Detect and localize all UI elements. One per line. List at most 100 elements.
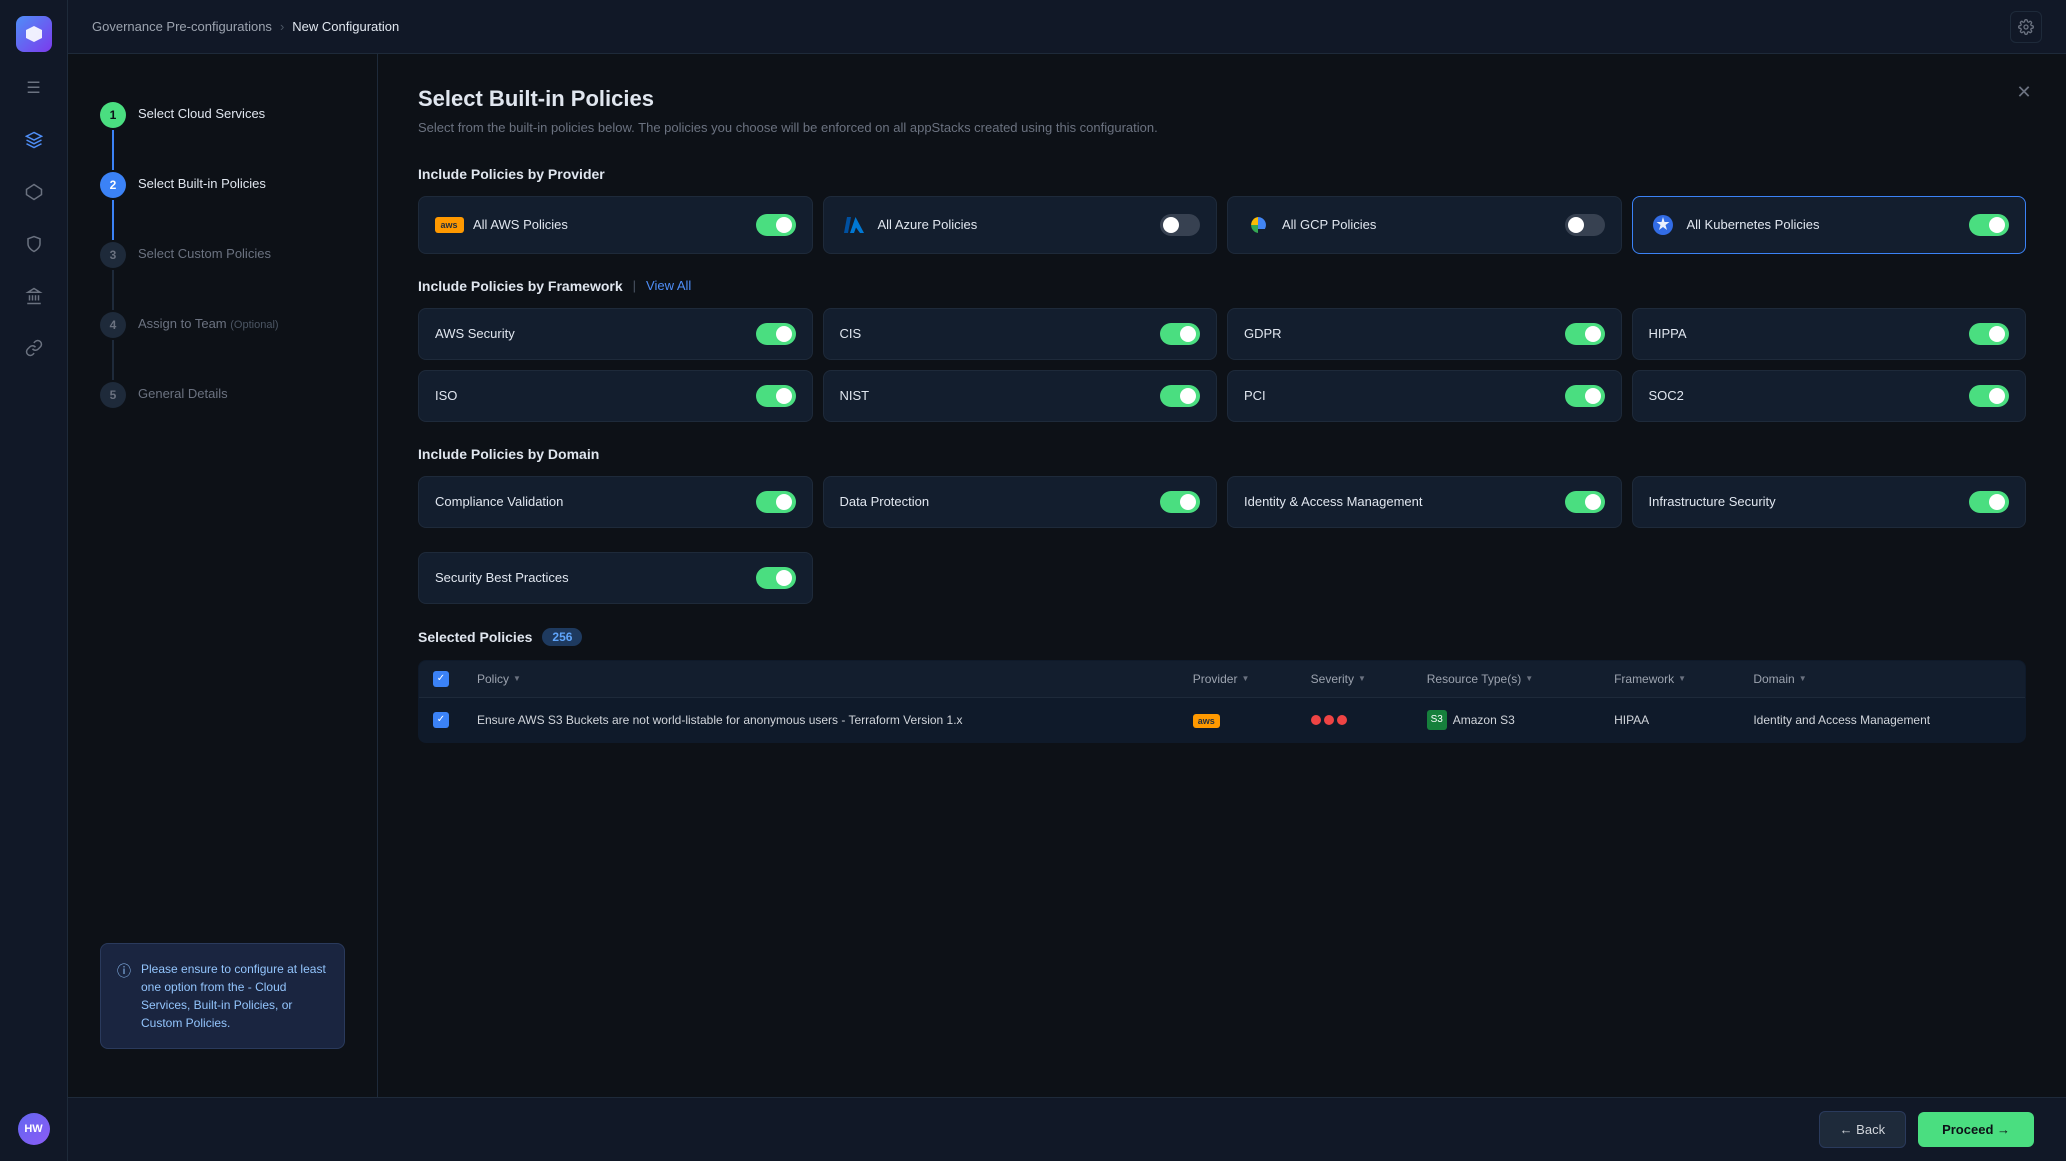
proceed-button[interactable]: Proceed → <box>1918 1112 2034 1147</box>
main-content: ✕ Select Built-in Policies Select from t… <box>378 54 2066 1097</box>
stepper-step-5[interactable]: 5 General Details <box>100 382 345 408</box>
sidebar-icon-hexagon[interactable] <box>18 176 50 208</box>
gcp-toggle[interactable] <box>1565 214 1605 236</box>
stepper-step-4[interactable]: 4 Assign to Team (Optional) <box>100 312 345 382</box>
provider-card-k8s[interactable]: All Kubernetes Policies <box>1632 196 2027 254</box>
aws-toggle[interactable] <box>756 214 796 236</box>
framework-card-gdpr[interactable]: GDPR <box>1227 308 1622 360</box>
azure-toggle[interactable] <box>1160 214 1200 236</box>
provider-card-gcp[interactable]: All GCP Policies <box>1227 196 1622 254</box>
cis-label: CIS <box>840 326 862 341</box>
sidebar-icon-layers[interactable] <box>18 124 50 156</box>
domain-card-security-best-practices[interactable]: Security Best Practices <box>418 552 813 604</box>
iso-toggle[interactable] <box>756 385 796 407</box>
framework-card-hippa[interactable]: HIPPA <box>1632 308 2027 360</box>
sidebar-icon-bank[interactable] <box>18 280 50 312</box>
user-avatar[interactable]: HW <box>18 1113 50 1145</box>
pci-toggle[interactable] <box>1565 385 1605 407</box>
stepper-step-1[interactable]: 1 Select Cloud Services <box>100 102 345 172</box>
policy-text: Ensure AWS S3 Buckets are not world-list… <box>477 713 963 727</box>
framework-card-cis[interactable]: CIS <box>823 308 1218 360</box>
data-protection-toggle[interactable] <box>1160 491 1200 513</box>
sidebar: ☰ HW <box>0 0 68 1161</box>
sidebar-icon-shield[interactable] <box>18 228 50 260</box>
domain-card-iam[interactable]: Identity & Access Management <box>1227 476 1622 528</box>
compliance-validation-toggle[interactable] <box>756 491 796 513</box>
aws-security-toggle[interactable] <box>756 323 796 345</box>
policy-filter[interactable]: Policy ▼ <box>477 672 1165 686</box>
provider-filter[interactable]: Provider ▼ <box>1193 672 1283 686</box>
aws-logo: aws <box>435 211 463 239</box>
framework-filter[interactable]: Framework ▼ <box>1614 672 1725 686</box>
provider-card-gcp-left: All GCP Policies <box>1244 211 1376 239</box>
page-title: Select Built-in Policies <box>418 86 2026 112</box>
k8s-toggle[interactable] <box>1969 214 2009 236</box>
framework-card-pci[interactable]: PCI <box>1227 370 1622 422</box>
main-container: Governance Pre-configurations › New Conf… <box>68 0 2066 1161</box>
sidebar-icon-menu[interactable]: ☰ <box>18 72 50 104</box>
th-framework: Framework ▼ <box>1600 660 1739 697</box>
severity-dot-1 <box>1311 715 1321 725</box>
aws-label: All AWS Policies <box>473 217 568 232</box>
selected-policies-header: Selected Policies 256 <box>418 628 2026 646</box>
infra-security-label: Infrastructure Security <box>1649 494 1776 509</box>
step-2-line: 2 <box>100 172 126 242</box>
breadcrumb-parent[interactable]: Governance Pre-configurations <box>92 19 272 34</box>
table-header-row: ✓ Policy ▼ Provider ▼ <box>419 660 2026 697</box>
select-all-checkbox[interactable]: ✓ <box>433 671 449 687</box>
resource-type-filter-arrow: ▼ <box>1525 674 1533 683</box>
step-3-line: 3 <box>100 242 126 312</box>
framework-card-iso[interactable]: ISO <box>418 370 813 422</box>
domain-filter[interactable]: Domain ▼ <box>1753 672 2011 686</box>
stepper-step-3[interactable]: 3 Select Custom Policies <box>100 242 345 312</box>
row-framework-cell: HIPAA <box>1600 697 1739 742</box>
gdpr-toggle[interactable] <box>1565 323 1605 345</box>
step-2-circle: 2 <box>100 172 126 198</box>
resource-text: Amazon S3 <box>1453 713 1515 727</box>
iam-toggle[interactable] <box>1565 491 1605 513</box>
provider-grid: aws All AWS Policies <box>418 196 2026 254</box>
hippa-toggle[interactable] <box>1969 323 2009 345</box>
breadcrumb-chevron: › <box>280 19 284 34</box>
nist-toggle[interactable] <box>1160 385 1200 407</box>
severity-filter-arrow: ▼ <box>1358 674 1366 683</box>
settings-button[interactable] <box>2010 11 2042 43</box>
policy-filter-arrow: ▼ <box>513 674 521 683</box>
row-checkbox[interactable]: ✓ <box>433 712 449 728</box>
nist-label: NIST <box>840 388 870 403</box>
app-logo <box>16 16 52 52</box>
soc2-toggle[interactable] <box>1969 385 2009 407</box>
domain-card-compliance-validation[interactable]: Compliance Validation <box>418 476 813 528</box>
domain-grid: Compliance Validation Data Protection Id… <box>418 476 2026 528</box>
security-best-practices-label: Security Best Practices <box>435 570 569 585</box>
domain-card-infra-security[interactable]: Infrastructure Security <box>1632 476 2027 528</box>
provider-card-azure[interactable]: All Azure Policies <box>823 196 1218 254</box>
framework-card-soc2[interactable]: SOC2 <box>1632 370 2027 422</box>
step-4-line: 4 <box>100 312 126 382</box>
cis-toggle[interactable] <box>1160 323 1200 345</box>
step-4-circle: 4 <box>100 312 126 338</box>
provider-card-aws[interactable]: aws All AWS Policies <box>418 196 813 254</box>
stepper-step-2[interactable]: 2 Select Built-in Policies <box>100 172 345 242</box>
th-domain: Domain ▼ <box>1739 660 2025 697</box>
step-5-label: General Details <box>138 382 228 401</box>
framework-card-nist[interactable]: NIST <box>823 370 1218 422</box>
close-button[interactable]: ✕ <box>2010 78 2038 106</box>
view-all-link[interactable]: View All <box>646 278 691 293</box>
policies-table: ✓ Policy ▼ Provider ▼ <box>418 660 2026 743</box>
sidebar-icon-link[interactable] <box>18 332 50 364</box>
infra-security-toggle[interactable] <box>1969 491 2009 513</box>
domain-card-data-protection[interactable]: Data Protection <box>823 476 1218 528</box>
resource-chip: S3 Amazon S3 <box>1427 710 1586 730</box>
row-severity-cell <box>1297 697 1413 742</box>
resource-type-filter[interactable]: Resource Type(s) ▼ <box>1427 672 1586 686</box>
provider-badge: aws <box>1193 714 1220 728</box>
stepper-panel: 1 Select Cloud Services 2 Select Built-i… <box>68 54 378 1097</box>
aws-security-label: AWS Security <box>435 326 515 341</box>
back-button[interactable]: ← Back <box>1819 1111 1907 1148</box>
security-best-practices-toggle[interactable] <box>756 567 796 589</box>
severity-filter[interactable]: Severity ▼ <box>1311 672 1399 686</box>
th-checkbox: ✓ <box>419 660 464 697</box>
framework-card-aws-security[interactable]: AWS Security <box>418 308 813 360</box>
info-text: Please ensure to configure at least one … <box>141 960 328 1032</box>
